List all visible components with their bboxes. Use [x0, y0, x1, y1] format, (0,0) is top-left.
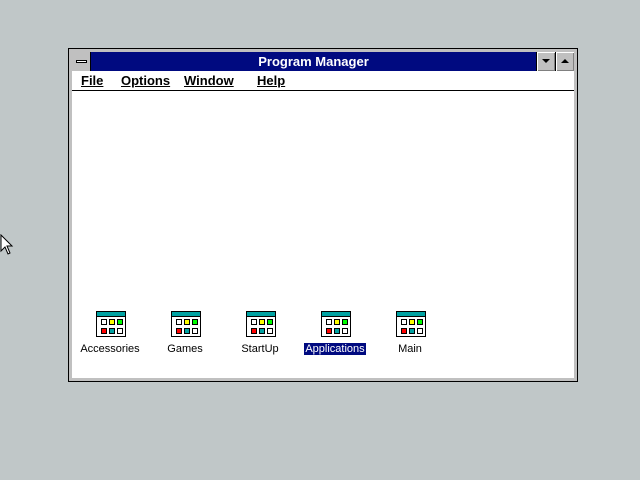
minimize-button[interactable] — [536, 52, 555, 71]
menu-options[interactable]: Options — [121, 71, 170, 90]
group-startup[interactable]: StartUp — [225, 311, 295, 361]
group-label: Applications — [304, 343, 366, 355]
group-label: Main — [398, 343, 422, 355]
group-label: Games — [167, 343, 203, 355]
title-bar[interactable]: Program Manager — [72, 52, 574, 72]
program-group-icon — [396, 311, 426, 337]
window-title: Program Manager — [258, 54, 369, 69]
control-menu-icon — [76, 60, 87, 63]
maximize-button[interactable] — [555, 52, 574, 71]
menu-bar: File Options Window Help — [72, 71, 574, 91]
control-menu-button[interactable] — [72, 52, 91, 71]
maximize-arrow-icon — [561, 59, 569, 63]
minimize-arrow-icon — [542, 59, 550, 63]
group-main[interactable]: Main — [375, 311, 445, 361]
workspace: Accessories Games StartUp Applications M… — [72, 91, 574, 378]
menu-window[interactable]: Window — [184, 71, 234, 90]
menu-file[interactable]: File — [81, 71, 103, 90]
group-games[interactable]: Games — [150, 311, 220, 361]
program-group-icon — [171, 311, 201, 337]
program-group-icon — [321, 311, 351, 337]
group-accessories[interactable]: Accessories — [75, 311, 145, 361]
program-group-icon — [96, 311, 126, 337]
group-applications[interactable]: Applications — [300, 311, 370, 361]
program-manager-window: Program Manager File Options Window Help… — [68, 48, 578, 382]
group-label: Accessories — [80, 343, 140, 355]
mouse-cursor-icon — [0, 234, 14, 255]
menu-help[interactable]: Help — [257, 71, 285, 90]
group-label: StartUp — [241, 343, 279, 355]
program-group-icon — [246, 311, 276, 337]
